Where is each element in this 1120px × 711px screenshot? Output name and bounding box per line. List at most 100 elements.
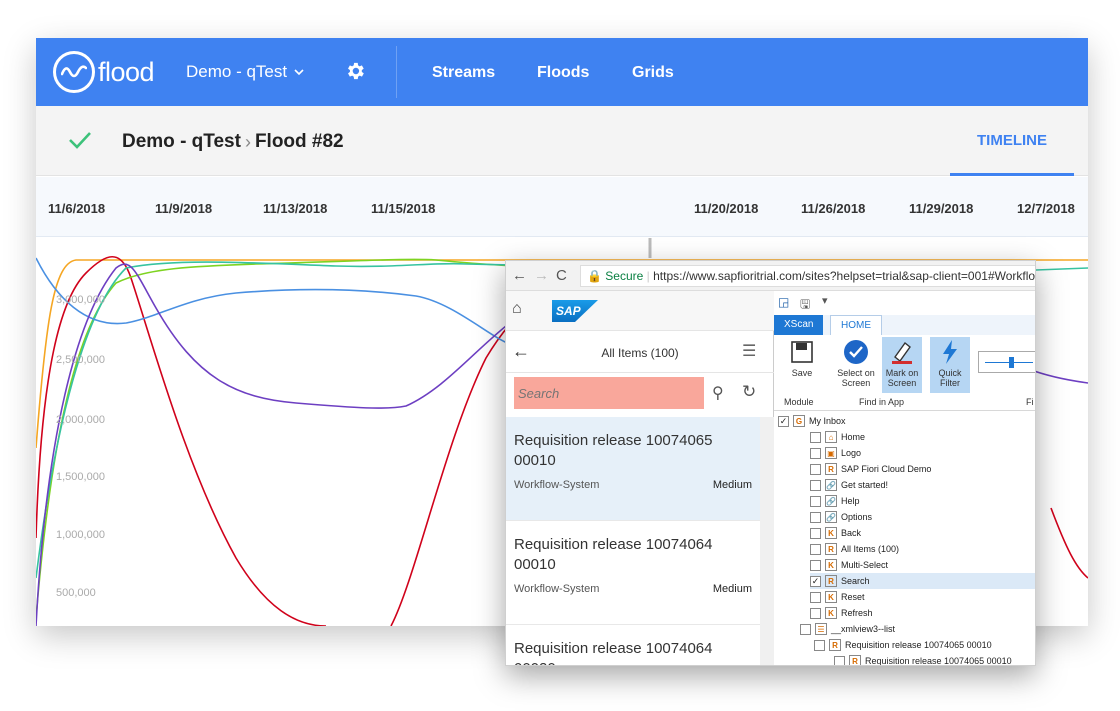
project-selector[interactable]: Demo - qTest (186, 62, 304, 82)
tab-home[interactable]: HOME (830, 315, 882, 335)
tree-node-icon: R (825, 575, 837, 587)
tree-checkbox[interactable]: ✓ (778, 415, 789, 427)
tree-node-icon: K (825, 527, 837, 539)
list-item-title: Requisition release 10074065 00010 (514, 432, 713, 469)
tree-checkbox[interactable] (810, 479, 821, 491)
home-icon[interactable]: ⌂ (512, 300, 522, 318)
tree-row[interactable]: K Reset (810, 589, 1035, 605)
xscan-titlebar: ◲ 🖫 ▾ (774, 291, 1035, 316)
tab-xscan[interactable]: XScan (774, 315, 824, 335)
slider-thumb[interactable] (1009, 357, 1014, 368)
tree-row[interactable]: R Requisition release 10074065 00010 (834, 653, 1035, 665)
y-axis-tick: 1,000,000 (56, 529, 105, 541)
xscan-tree: ✓ G My Inbox ⌂ Home ▣ Logo R SAP Fiori Cloud Dem… (774, 413, 1035, 665)
xscan-ribbon: Save Select on Screen Mark on Screen Qui… (774, 335, 1035, 411)
tree-checkbox[interactable] (800, 623, 811, 635)
tree-checkbox[interactable] (810, 543, 821, 555)
tree-row[interactable]: ⌂ Home (810, 429, 1035, 445)
tree-checkbox[interactable] (810, 527, 821, 539)
tree-node-icon: 🔗 (825, 479, 837, 491)
breadcrumb-project[interactable]: Demo - qTest (122, 131, 241, 153)
tree-label: All Items (100) (841, 544, 900, 554)
select-on-screen-button[interactable]: Select on Screen (836, 337, 876, 393)
quick-filter-button[interactable]: Quick Filter (930, 337, 970, 393)
list-item-title: Requisition release 10074064 00020 (514, 640, 713, 665)
tree-row[interactable]: K Multi-Select (810, 557, 1035, 573)
tree-checkbox[interactable] (810, 463, 821, 475)
list-item[interactable]: Requisition release 10074064 00010 Workf… (506, 521, 760, 625)
xscan-tabs: XScan HOME (774, 315, 1035, 335)
tab-timeline[interactable]: TIMELINE (950, 126, 1074, 176)
address-bar[interactable]: 🔒 Secure | https://www.sapfioritrial.com… (580, 265, 1035, 287)
tree-row[interactable]: R Requisition release 10074065 00010 (814, 637, 1035, 653)
floppy-icon (788, 339, 816, 365)
tree-label: Multi-Select (841, 560, 889, 570)
timeline-date: 11/26/2018 (801, 201, 866, 216)
tree-label: Refresh (841, 608, 873, 618)
timeline-date: 11/15/2018 (371, 201, 436, 216)
secure-label: Secure (605, 269, 644, 283)
quick-access-dropdown-icon[interactable]: ▾ (822, 294, 828, 307)
tree-checkbox[interactable] (810, 447, 821, 459)
timeline-date: 11/20/2018 (694, 201, 759, 216)
flood-logo[interactable]: flood (53, 51, 155, 93)
filter-slider[interactable] (978, 351, 1035, 373)
reload-icon[interactable]: C (556, 267, 567, 284)
tree-checkbox[interactable] (810, 431, 821, 443)
scrollbar[interactable] (760, 417, 774, 665)
logo-text: flood (98, 56, 155, 87)
list-item[interactable]: Requisition release 10074065 00010 Workf… (506, 417, 760, 521)
tree-row[interactable]: K Back (810, 525, 1035, 541)
series-line-green (36, 258, 557, 619)
tree-checkbox[interactable] (810, 607, 821, 619)
top-navigation-bar: flood Demo - qTest Streams Floods Grids (36, 38, 1088, 106)
tree-row[interactable]: K Refresh (810, 605, 1035, 621)
tree-row[interactable]: 🔗 Options (810, 509, 1035, 525)
search-icon[interactable]: ⚲ (712, 383, 724, 403)
tree-node-icon: 🔗 (825, 495, 837, 507)
nav-grids[interactable]: Grids (632, 64, 674, 82)
nav-streams[interactable]: Streams (432, 64, 495, 82)
nav-floods[interactable]: Floods (537, 64, 589, 82)
mark-on-screen-button[interactable]: Mark on Screen (882, 337, 922, 393)
tree-checkbox[interactable]: ✓ (810, 575, 821, 587)
tree-row[interactable]: ✓ G My Inbox (778, 413, 1035, 429)
save-button[interactable]: Save (782, 337, 822, 393)
list-item[interactable]: Requisition release 10074064 00020 (506, 625, 760, 665)
search-input[interactable] (514, 377, 704, 409)
tree-checkbox[interactable] (810, 511, 821, 523)
tree-checkbox[interactable] (810, 591, 821, 603)
list-item-title: Requisition release 10074064 00010 (514, 536, 713, 573)
tree-row[interactable]: ▣ Logo (810, 445, 1035, 461)
save-label: Save (791, 368, 813, 378)
tree-checkbox[interactable] (834, 655, 845, 665)
timeline-date: 11/9/2018 (155, 201, 213, 216)
save-small-icon[interactable]: 🖫 (800, 295, 810, 316)
refresh-icon[interactable]: ↻ (742, 382, 756, 402)
tree-row[interactable]: R All Items (100) (810, 541, 1035, 557)
forward-arrow-icon[interactable]: → (534, 267, 549, 284)
list-item-priority: Medium (712, 583, 752, 595)
all-items-title: All Items (100) (601, 346, 679, 360)
flood-subheader: Demo - qTest › Flood #82 TIMELINE (36, 106, 1088, 176)
tree-checkbox[interactable] (810, 559, 821, 571)
back-arrow-icon[interactable]: ← (512, 267, 527, 284)
list-options-icon[interactable]: ☰ (742, 341, 756, 361)
tree-node-icon: R (849, 655, 861, 665)
select-on-screen-label: Select on Screen (837, 368, 875, 388)
tree-label: SAP Fiori Cloud Demo (841, 464, 932, 474)
tree-row[interactable]: ✓ R Search (810, 573, 1035, 589)
tree-row[interactable]: R SAP Fiori Cloud Demo (810, 461, 1035, 477)
tree-row[interactable]: ☰ __xmlview3--list (800, 621, 1035, 637)
xscan-pane: ◲ 🖫 ▾ XScan HOME Save Select on Screen M… (774, 291, 1035, 665)
sap-logo[interactable]: SAP (552, 300, 598, 322)
check-icon (68, 130, 92, 155)
tree-checkbox[interactable] (810, 495, 821, 507)
tree-checkbox[interactable] (814, 639, 825, 651)
tree-label: Reset (841, 592, 865, 602)
tree-row[interactable]: 🔗 Get started! (810, 477, 1035, 493)
sap-fiori-pane: ⌂ SAP ← All Items (100) ☰ ⚲ ↻ Requisitio… (506, 291, 774, 665)
tree-node-icon: G (793, 415, 805, 427)
tree-row[interactable]: 🔗 Help (810, 493, 1035, 509)
gear-icon[interactable] (344, 60, 366, 87)
